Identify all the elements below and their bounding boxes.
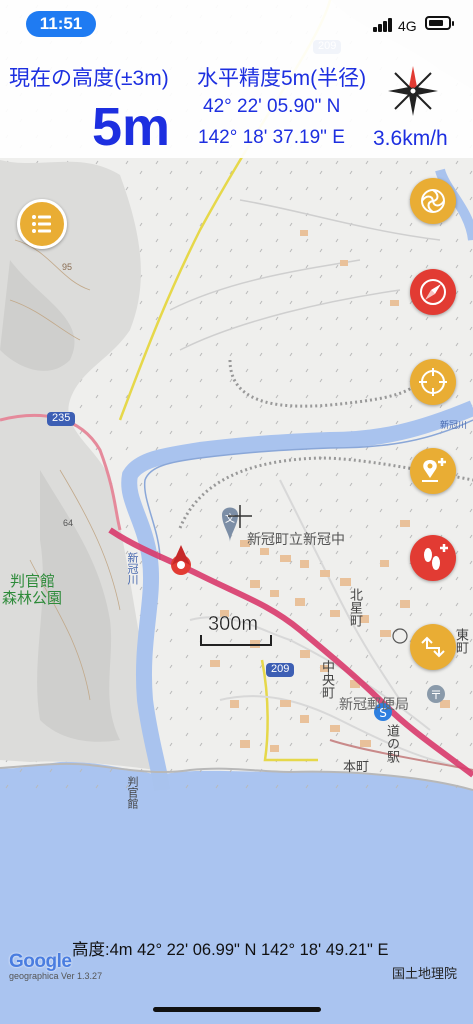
compass-rose-icon[interactable] bbox=[384, 62, 442, 120]
battery-fill bbox=[429, 20, 444, 26]
map-scale-bar: 300m bbox=[199, 613, 273, 647]
school-label: 新冠町立新冠中 bbox=[247, 531, 345, 547]
svg-text:〒: 〒 bbox=[430, 688, 442, 702]
river-label: 新冠川 bbox=[126, 552, 138, 585]
google-logo: Google bbox=[9, 951, 72, 973]
spiral-icon bbox=[421, 189, 445, 213]
town-label-hokusei: 北星町 bbox=[348, 588, 363, 627]
google-logo-text: Google bbox=[9, 951, 72, 972]
add-place-button[interactable] bbox=[410, 448, 456, 494]
contour-label-95: 95 bbox=[62, 262, 73, 272]
footprints-add-icon bbox=[424, 544, 448, 570]
town-label-chuo: 中央町 bbox=[320, 660, 335, 699]
altitude-value: 5m bbox=[92, 97, 171, 157]
list-icon bbox=[32, 215, 51, 233]
svg-text:文: 文 bbox=[225, 512, 235, 525]
locate-button[interactable] bbox=[410, 359, 456, 405]
network-type: 4G bbox=[398, 18, 417, 34]
app-version-label: geographica Ver 1.3.27 bbox=[9, 971, 103, 981]
town-label-hon: 本町 bbox=[343, 759, 370, 774]
post-office-label: 新冠郵便局 bbox=[339, 696, 409, 712]
crosshair-icon bbox=[419, 368, 447, 396]
pin-add-icon bbox=[422, 458, 446, 482]
route-button[interactable] bbox=[410, 624, 456, 670]
park-label-line2: 森林公園 bbox=[2, 590, 63, 607]
layers-button[interactable] bbox=[410, 178, 456, 224]
compass-button[interactable] bbox=[410, 269, 456, 315]
compass-needle-icon bbox=[420, 279, 446, 305]
accuracy-label: 水平精度5m(半径) bbox=[197, 67, 367, 90]
road-235-shield: 235 bbox=[52, 412, 71, 424]
road-209-shield-bottom: 209 bbox=[271, 663, 290, 675]
latitude-value: 42° 22' 05.90" N bbox=[203, 96, 341, 117]
home-indicator[interactable] bbox=[153, 1007, 321, 1012]
speed-value: 3.6km/h bbox=[373, 127, 448, 150]
battery-icon bbox=[425, 16, 454, 30]
menu-button[interactable] bbox=[17, 199, 67, 249]
route-icon bbox=[421, 636, 445, 658]
cellular-signal-icon bbox=[373, 18, 395, 32]
status-bar: 11:51 4G bbox=[0, 0, 473, 50]
cape-label: 判官館 bbox=[126, 776, 138, 809]
altitude-label: 現在の高度(±3m) bbox=[9, 67, 169, 90]
river-label-small: 新冠川 bbox=[440, 420, 468, 430]
michinoeki-label: 道の駅 bbox=[385, 724, 400, 763]
longitude-value: 142° 18' 37.19" E bbox=[198, 127, 345, 148]
contour-label-64: 64 bbox=[63, 518, 74, 528]
map-credit: 国土地理院 bbox=[392, 966, 458, 981]
current-position-readout: 高度:4m 42° 22' 06.99" N 142° 18' 49.21" E bbox=[72, 941, 389, 959]
status-time: 11:51 bbox=[26, 11, 96, 37]
add-track-button[interactable] bbox=[410, 535, 456, 581]
